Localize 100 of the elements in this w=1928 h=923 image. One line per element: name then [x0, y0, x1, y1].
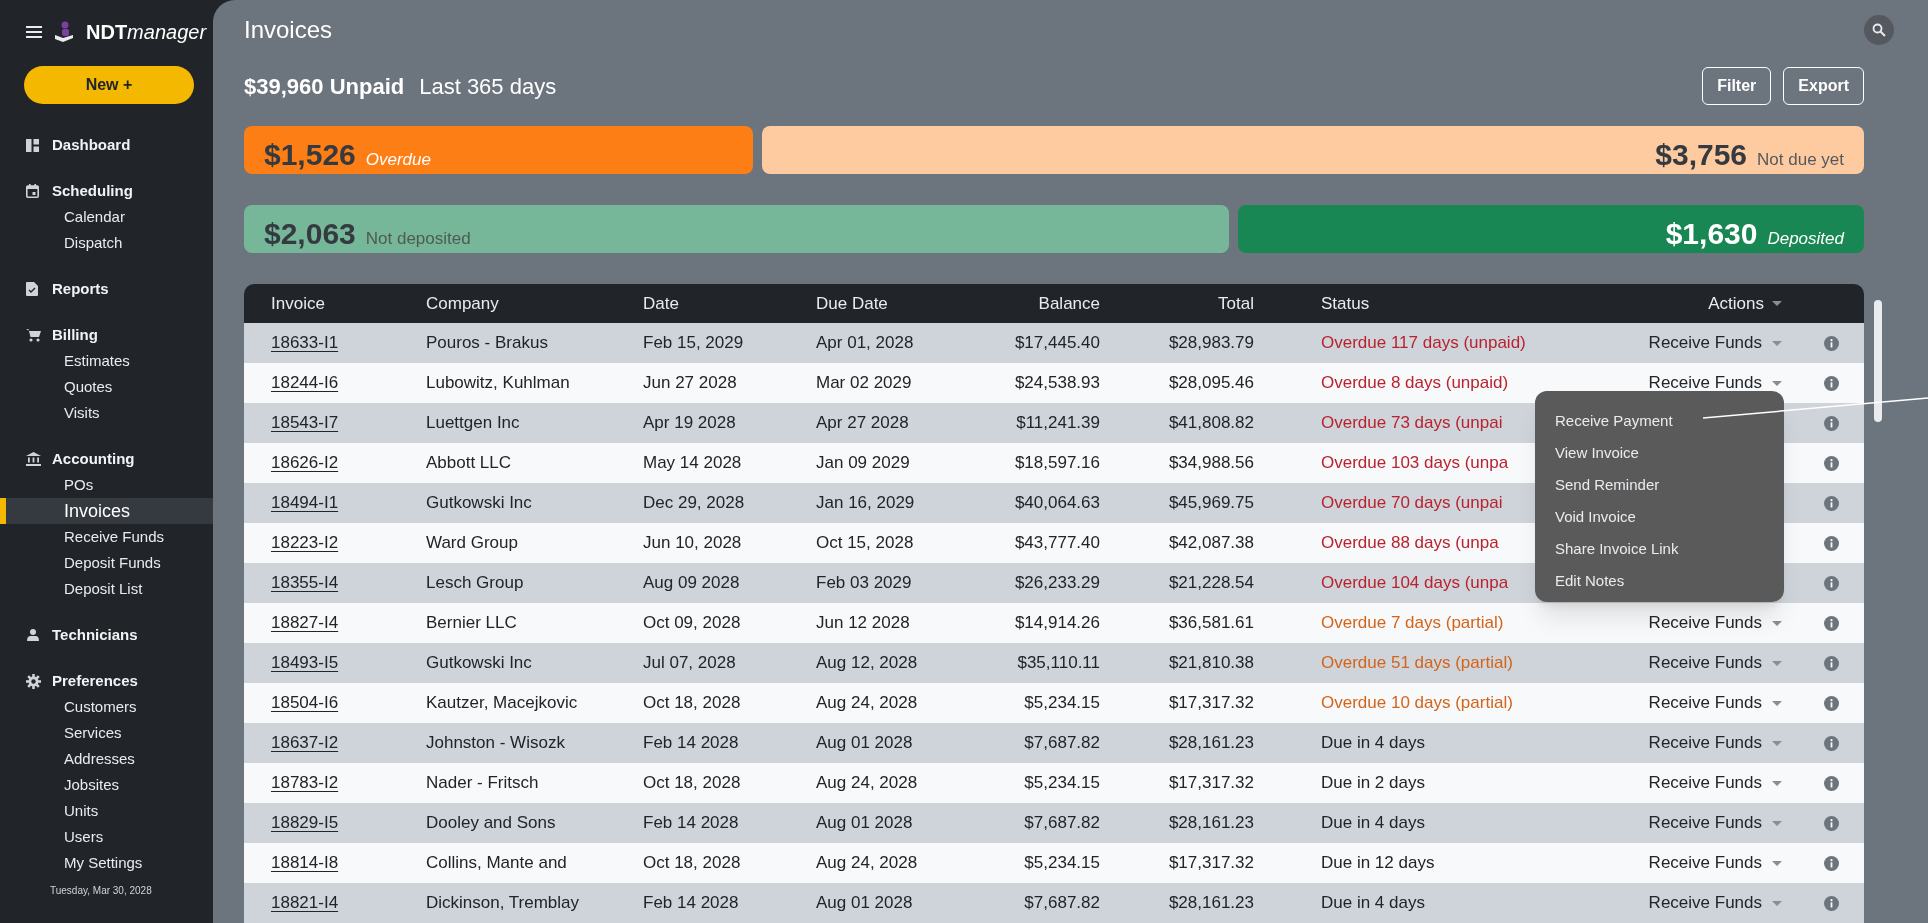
invoice-link[interactable]: 18494-I1: [271, 493, 339, 513]
menu-item[interactable]: Receive Payment: [1555, 405, 1673, 437]
info-icon[interactable]: [1824, 855, 1839, 871]
column-header[interactable]: Status: [1321, 293, 1370, 313]
invoice-link[interactable]: 18637-I2: [271, 733, 339, 753]
nav-label: Accounting: [52, 448, 135, 469]
column-header[interactable]: Actions: [1708, 290, 1782, 317]
action-dropdown[interactable]: Receive Funds: [1648, 330, 1782, 356]
invoice-link[interactable]: 18493-I5: [271, 653, 339, 673]
invoice-link[interactable]: 18829-I5: [271, 813, 339, 833]
nav-subitem[interactable]: Receive Funds: [0, 524, 213, 550]
date-label: Tuesday, Mar 30, 2028: [50, 885, 152, 896]
table-cell: $28,983.79: [1168, 333, 1254, 353]
info-icon[interactable]: [1824, 775, 1839, 791]
nav-subitem[interactable]: Estimates: [0, 348, 213, 374]
new-button[interactable]: New +: [24, 66, 194, 104]
action-dropdown[interactable]: Receive Funds: [1648, 370, 1782, 396]
logo-icon: [54, 21, 74, 43]
info-icon[interactable]: [1824, 495, 1839, 511]
menu-item[interactable]: Void Invoice: [1555, 501, 1636, 533]
invoice-link[interactable]: 18223-I2: [271, 533, 339, 553]
action-dropdown[interactable]: Receive Funds: [1648, 610, 1782, 636]
invoice-link[interactable]: 18783-I2: [271, 773, 339, 793]
nav-subitem[interactable]: My Settings: [0, 850, 213, 876]
nav-subitem[interactable]: Customers: [0, 694, 213, 720]
nav-subitem[interactable]: Jobsites: [0, 772, 213, 798]
invoice-link[interactable]: 18543-I7: [271, 413, 339, 433]
column-header[interactable]: Date: [643, 293, 679, 313]
scrollbar[interactable]: [1874, 300, 1882, 422]
nav-subitem[interactable]: Deposit List: [0, 576, 213, 602]
nav-subitem[interactable]: POs: [0, 472, 213, 498]
nav-subitem[interactable]: Units: [0, 798, 213, 824]
info-icon[interactable]: [1824, 535, 1839, 551]
nav-subitem[interactable]: Services: [0, 720, 213, 746]
info-icon[interactable]: [1824, 335, 1839, 351]
search-icon: [1872, 23, 1886, 37]
nav-subitem[interactable]: Users: [0, 824, 213, 850]
nav-item[interactable]: Scheduling: [0, 178, 213, 204]
info-icon[interactable]: [1824, 655, 1839, 671]
menu-item[interactable]: Send Reminder: [1555, 469, 1660, 501]
invoice-link[interactable]: 18633-I1: [271, 333, 339, 353]
invoice-link[interactable]: 18821-I4: [271, 893, 339, 913]
invoice-link[interactable]: 18504-I6: [271, 693, 339, 713]
info-icon[interactable]: [1824, 895, 1839, 911]
nav-item[interactable]: Reports: [0, 276, 213, 302]
action-dropdown[interactable]: Receive Funds: [1648, 650, 1782, 676]
table-cell: $17,317.32: [1168, 853, 1254, 873]
info-icon[interactable]: [1824, 375, 1839, 391]
nav-item[interactable]: Preferences: [0, 668, 213, 694]
nav-subitem[interactable]: Deposit Funds: [0, 550, 213, 576]
info-icon[interactable]: [1824, 735, 1839, 751]
info-icon[interactable]: [1824, 815, 1839, 831]
column-header[interactable]: Company: [426, 293, 499, 313]
column-header[interactable]: Balance: [1038, 293, 1100, 313]
info-icon[interactable]: [1824, 575, 1839, 591]
page-title: Invoices: [244, 15, 333, 45]
invoice-link[interactable]: 18355-I4: [271, 573, 339, 593]
nav-item[interactable]: Billing: [0, 322, 213, 348]
table-cell: Aug 24, 2028: [816, 853, 918, 873]
invoice-link[interactable]: 18626-I2: [271, 453, 339, 473]
caret-icon: [1772, 700, 1782, 706]
toolbar-button[interactable]: Filter: [1702, 67, 1772, 105]
info-icon[interactable]: [1824, 455, 1839, 471]
nav-item[interactable]: Technicians: [0, 622, 213, 648]
toolbar-button[interactable]: Export: [1783, 67, 1864, 105]
invoice-link[interactable]: 18827-I4: [271, 613, 339, 633]
menu-icon[interactable]: [26, 26, 42, 38]
action-dropdown[interactable]: Receive Funds: [1648, 730, 1782, 756]
caret-icon: [1772, 820, 1782, 826]
nav-subitem[interactable]: Dispatch: [0, 230, 213, 256]
nav-subitem[interactable]: Invoices: [0, 498, 213, 524]
status-text: Overdue 104 days (unpa: [1321, 573, 1509, 593]
menu-item[interactable]: Share Invoice Link: [1555, 533, 1679, 565]
info-icon[interactable]: [1824, 615, 1839, 631]
nav-item[interactable]: Dashboard: [0, 132, 213, 158]
action-dropdown[interactable]: Receive Funds: [1648, 850, 1782, 876]
nav-subitem[interactable]: Addresses: [0, 746, 213, 772]
column-header[interactable]: Total: [1218, 293, 1254, 313]
nav-subitem[interactable]: Calendar: [0, 204, 213, 230]
action-dropdown[interactable]: Receive Funds: [1648, 690, 1782, 716]
invoice-link[interactable]: 18244-I6: [271, 373, 339, 393]
column-header[interactable]: Invoice: [271, 293, 325, 313]
nav-subitem[interactable]: Quotes: [0, 374, 213, 400]
cart-icon: [26, 328, 41, 342]
action-dropdown[interactable]: Receive Funds: [1648, 770, 1782, 796]
table-cell: Oct 09, 2028: [643, 613, 741, 633]
status-text: Overdue 70 days (unpai: [1321, 493, 1503, 513]
menu-item[interactable]: View Invoice: [1555, 437, 1639, 469]
search-button[interactable]: [1864, 15, 1894, 45]
action-dropdown[interactable]: Receive Funds: [1648, 810, 1782, 836]
nav-item[interactable]: Accounting: [0, 446, 213, 472]
column-header[interactable]: Due Date: [816, 293, 888, 313]
action-dropdown[interactable]: Receive Funds: [1648, 890, 1782, 916]
nav-subitem[interactable]: Visits: [0, 400, 213, 426]
menu-item[interactable]: Edit Notes: [1555, 565, 1625, 597]
info-icon[interactable]: [1824, 695, 1839, 711]
info-icon[interactable]: [1824, 415, 1839, 431]
calendar-icon: [26, 184, 39, 198]
status-text: Due in 12 days: [1321, 853, 1435, 873]
invoice-link[interactable]: 18814-I8: [271, 853, 339, 873]
